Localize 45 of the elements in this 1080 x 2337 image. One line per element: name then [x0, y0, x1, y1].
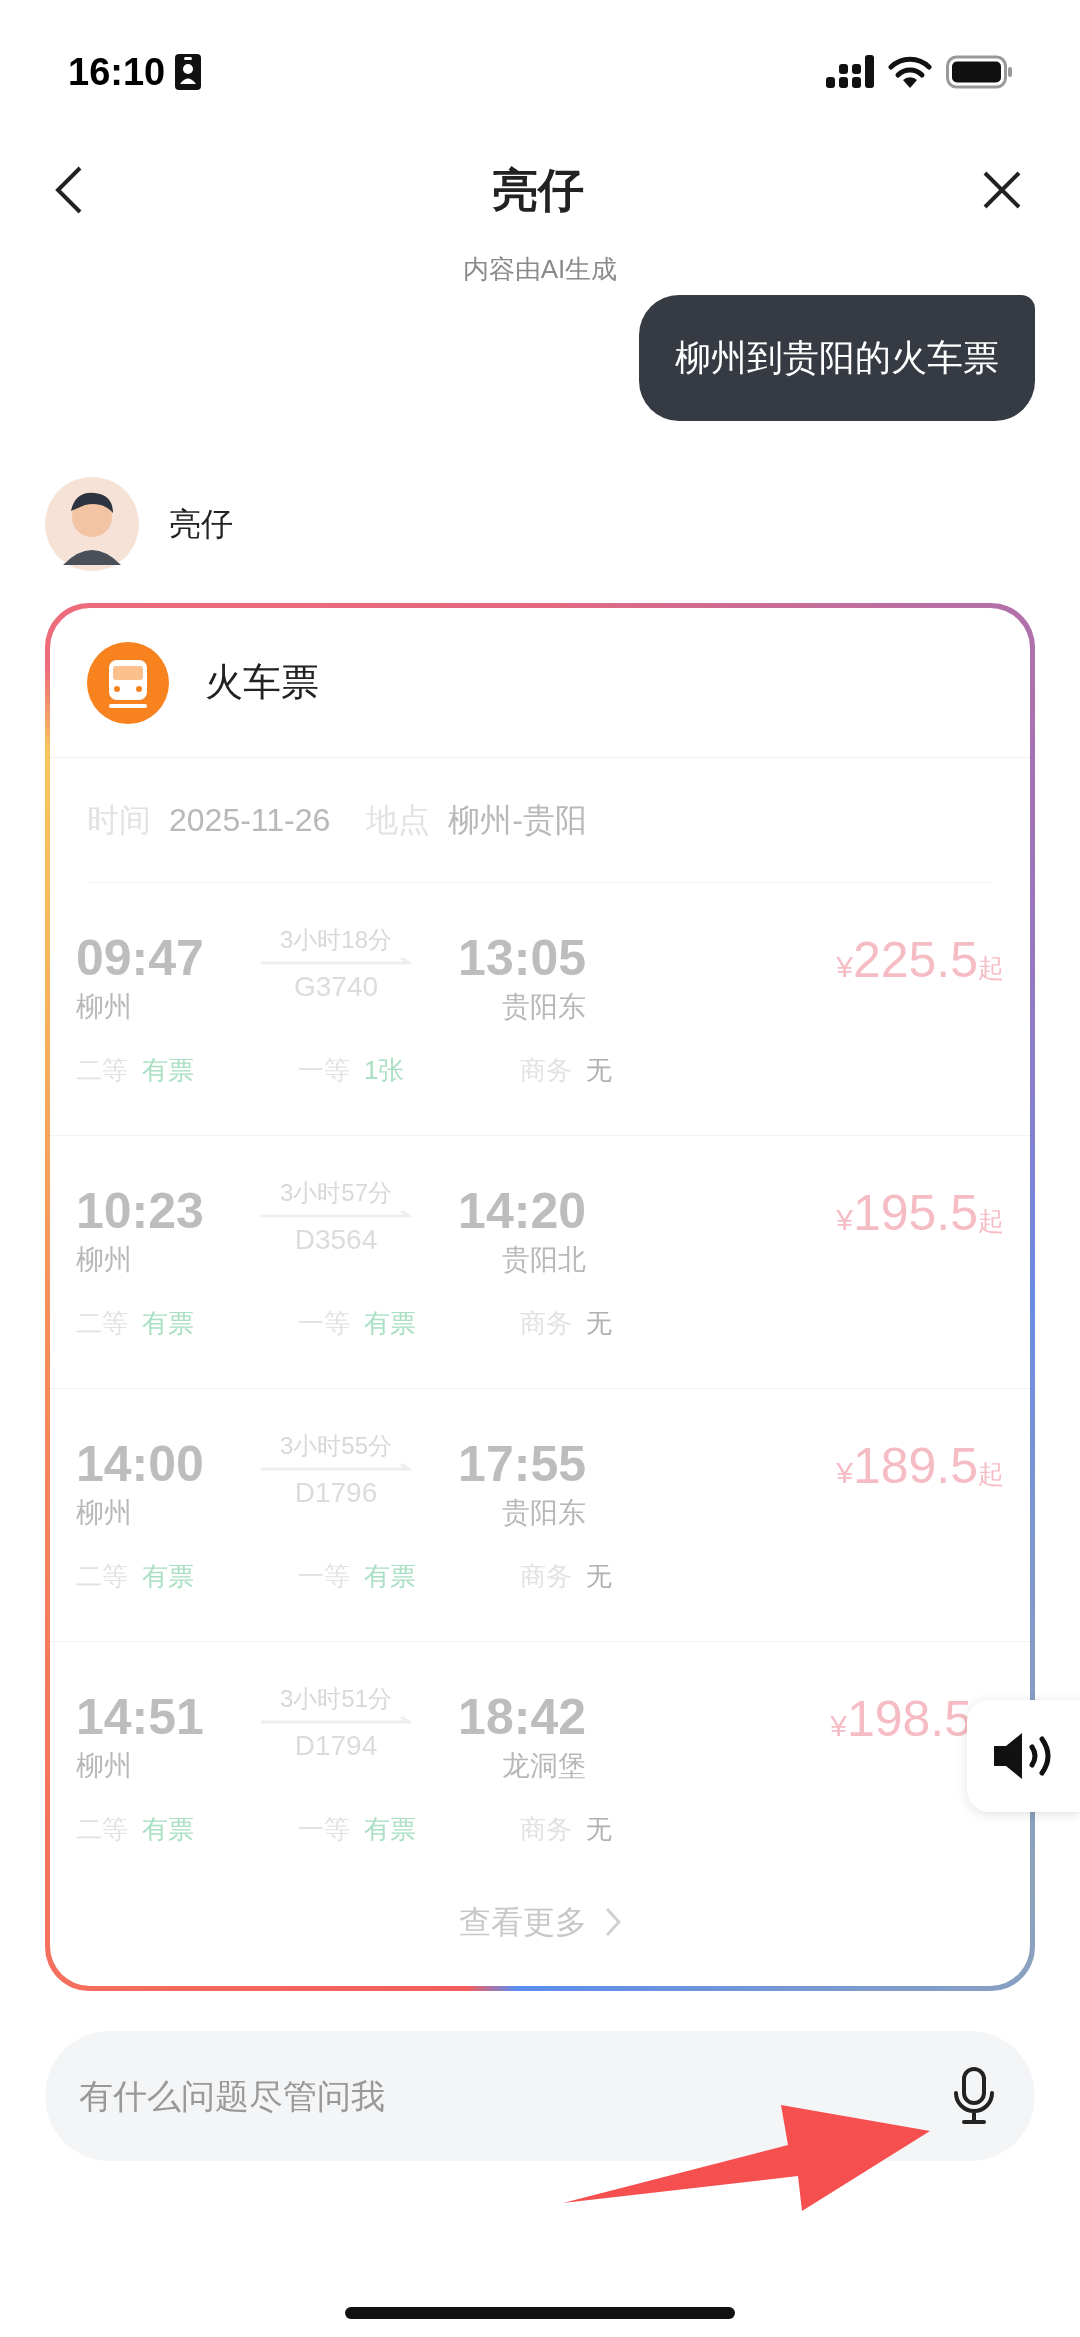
arrive-time: 13:05	[458, 929, 586, 987]
seat-availability: 有票	[142, 1054, 194, 1087]
price-suffix: 起	[978, 1205, 1004, 1238]
input-text[interactable]: 有什么问题尽管问我	[79, 2070, 953, 2122]
seat-availability: 1张	[364, 1054, 405, 1087]
place-value: 柳州-贵阳	[448, 801, 587, 840]
arrive-time: 14:20	[458, 1182, 586, 1240]
depart-station: 柳州	[76, 1496, 132, 1530]
arrive-station: 贵阳东	[502, 1496, 586, 1530]
seat-availability: 有票	[142, 1307, 194, 1340]
ticket-price: ¥198.5	[830, 1690, 972, 1748]
seat-availability: 无	[586, 1307, 612, 1340]
ticket-price: ¥225.5	[836, 931, 978, 989]
chat-title: 亮仔	[492, 162, 584, 218]
arrive-time: 17:55	[458, 1435, 586, 1493]
price-suffix: 起	[978, 1458, 1004, 1491]
arrive-station: 贵阳东	[502, 990, 586, 1024]
seat-availability: 有票	[364, 1307, 416, 1340]
seat-availability: 无	[586, 1054, 612, 1087]
depart-time: 10:23	[76, 1182, 204, 1240]
message-input[interactable]: 有什么问题尽管问我	[45, 2031, 1035, 2161]
ticket-price: ¥195.5	[836, 1184, 978, 1242]
status-time: 16:10	[68, 49, 166, 95]
seat-availability: 有票	[142, 1560, 194, 1593]
ai-notice: 内容由AI生成	[462, 253, 618, 286]
seat-availability: 有票	[142, 1813, 194, 1846]
price-suffix: 起	[978, 952, 1004, 985]
bot-name: 亮仔	[169, 505, 233, 544]
arrive-station: 龙洞堡	[502, 1749, 586, 1783]
depart-station: 柳州	[76, 1749, 132, 1783]
arrive-station: 贵阳北	[502, 1243, 586, 1277]
date-value: 2025-11-26	[169, 801, 331, 840]
card-title: 火车票	[205, 660, 319, 705]
seat-availability: 无	[586, 1813, 612, 1846]
seat-availability: 有票	[364, 1560, 416, 1593]
user-message: 柳州到贵阳的火车票	[639, 295, 1035, 421]
depart-station: 柳州	[76, 990, 132, 1024]
depart-station: 柳州	[76, 1243, 132, 1277]
depart-time: 14:00	[76, 1435, 204, 1493]
depart-time: 09:47	[76, 929, 204, 987]
arrive-time: 18:42	[458, 1688, 586, 1746]
seat-availability: 无	[586, 1560, 612, 1593]
ticket-price: ¥189.5	[836, 1437, 978, 1495]
seat-availability: 有票	[364, 1813, 416, 1846]
depart-time: 14:51	[76, 1688, 204, 1746]
